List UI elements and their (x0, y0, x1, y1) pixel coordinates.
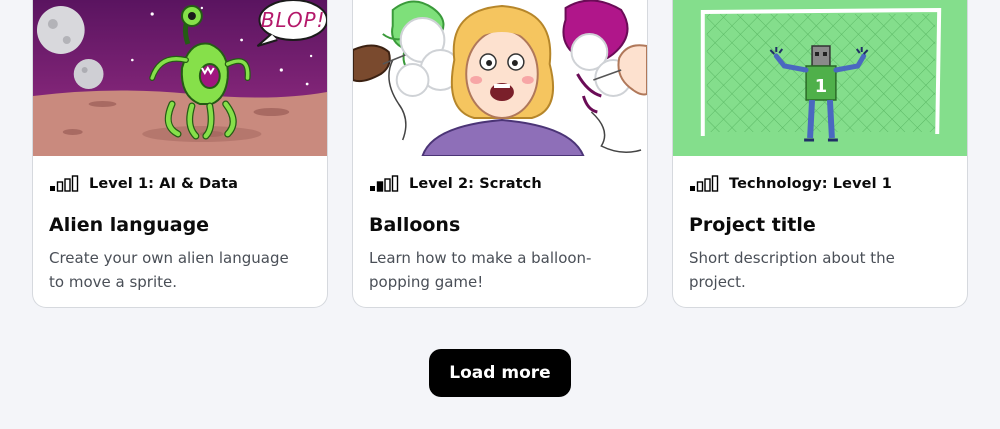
load-more-button[interactable]: Load more (429, 349, 571, 397)
level-label: Technology: Level 1 (729, 176, 892, 192)
project-card-project-title[interactable]: 1 Technology: Level 1 Project title Shor… (672, 0, 968, 308)
level-indicator: Technology: Level 1 (689, 174, 951, 194)
card-description: Short description about the project. (689, 249, 895, 291)
speech-bubble-text: BLOP! (261, 9, 326, 32)
goalkeeper-robot-image: 1 (673, 0, 967, 156)
signal-bars-icon (50, 175, 79, 192)
level-label: Level 1: AI & Data (89, 176, 239, 192)
card-description: Create your own alien language to move a… (49, 249, 289, 291)
project-card-list: BLOP! Level 1: AI & Data Alien language … (32, 0, 968, 308)
card-title[interactable]: Project title (689, 213, 951, 237)
level-indicator: Level 2: Scratch (369, 174, 631, 194)
card-title[interactable]: Alien language (49, 213, 311, 237)
level-indicator: Level 1: AI & Data (49, 174, 311, 194)
alien-language-image: BLOP! (33, 0, 327, 156)
signal-bars-icon (690, 175, 719, 192)
project-card-alien-language[interactable]: BLOP! Level 1: AI & Data Alien language … (32, 0, 328, 308)
level-label: Level 2: Scratch (409, 176, 542, 192)
project-card-balloons[interactable]: Level 2: Scratch Balloons Learn how to m… (352, 0, 648, 308)
shirt-number-text: 1 (815, 76, 827, 97)
card-description: Learn how to make a balloon-popping game… (369, 249, 592, 291)
balloons-image (353, 0, 647, 156)
card-title[interactable]: Balloons (369, 213, 631, 237)
signal-bars-icon (370, 175, 399, 192)
